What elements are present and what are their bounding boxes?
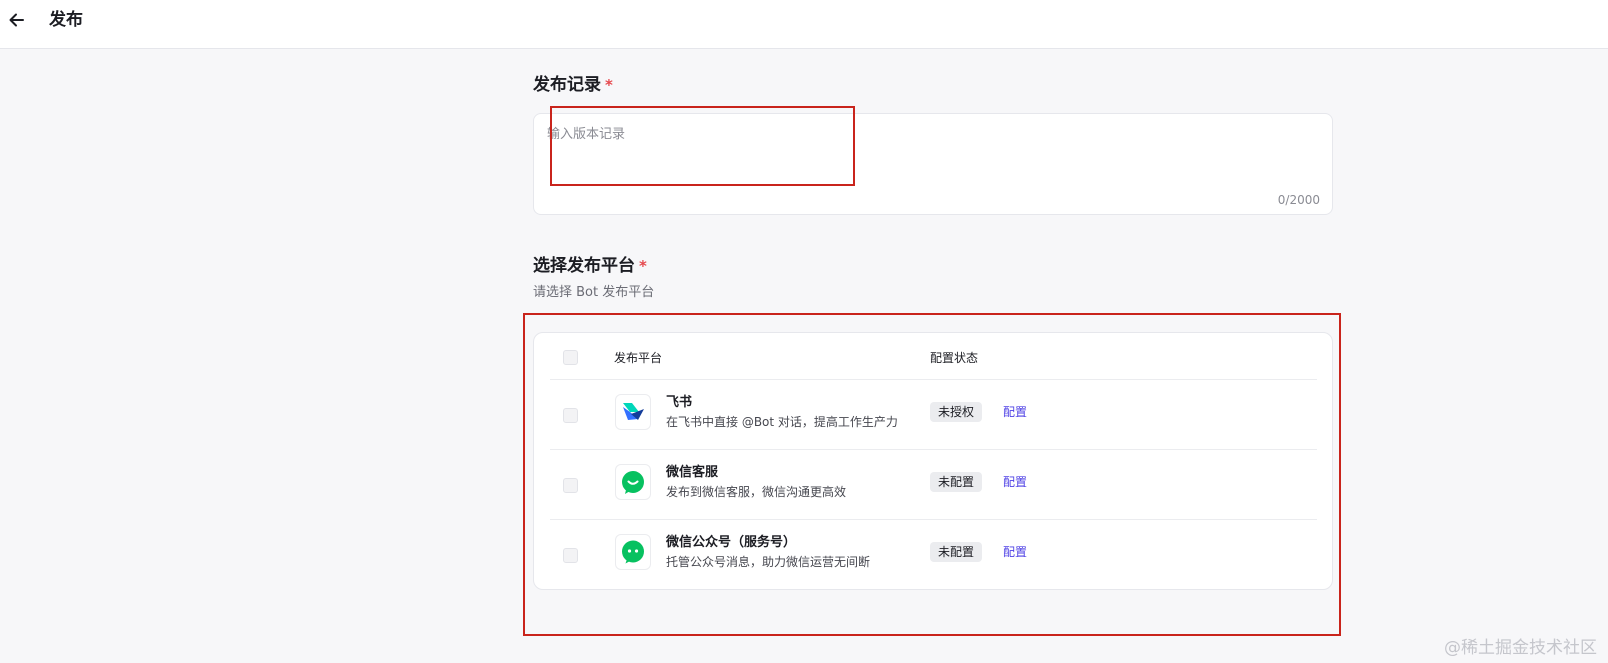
configure-link[interactable]: 配置 [1003, 544, 1027, 560]
configure-link[interactable]: 配置 [1003, 404, 1027, 420]
required-mark: * [605, 76, 613, 94]
row-checkbox[interactable] [563, 478, 578, 493]
wechat-official-account-icon [615, 534, 651, 570]
configure-link[interactable]: 配置 [1003, 474, 1027, 490]
table-row: 飞书 在飞书中直接 @Bot 对话，提高工作生产力 未授权 配置 [550, 379, 1317, 449]
platform-table: 发布平台 配置状态 飞书 在飞书中直接 @Bot 对话，提高工作生产力 未授权 … [533, 332, 1333, 590]
page-title: 发布 [49, 10, 83, 30]
version-record-field: 0/2000 [533, 113, 1333, 215]
platform-title-text: 选择发布平台 [533, 256, 635, 276]
record-title-text: 发布记录 [533, 75, 601, 95]
row-checkbox[interactable] [563, 408, 578, 423]
row-checkbox[interactable] [563, 548, 578, 563]
platform-name: 微信公众号（服务号） [666, 535, 797, 550]
platform-section-title: 选择发布平台 * [533, 255, 647, 277]
platform-name: 飞书 [666, 395, 693, 410]
platform-description: 托管公众号消息，助力微信运营无间断 [666, 555, 871, 569]
column-header-status: 配置状态 [930, 351, 979, 365]
watermark-text: @稀土掘金技术社区 [1444, 638, 1597, 658]
platform-description: 发布到微信客服，微信沟通更高效 [666, 485, 847, 499]
platform-description: 在飞书中直接 @Bot 对话，提高工作生产力 [666, 415, 898, 429]
record-section-title: 发布记录 * [533, 74, 613, 96]
select-all-checkbox[interactable] [563, 350, 578, 365]
wechat-customer-service-icon [615, 464, 651, 500]
feishu-logo-icon [615, 394, 651, 430]
table-row: 微信公众号（服务号） 托管公众号消息，助力微信运营无间断 未配置 配置 [550, 519, 1317, 589]
status-badge: 未授权 [930, 402, 983, 422]
required-mark: * [639, 257, 647, 275]
status-badge: 未配置 [930, 542, 983, 562]
table-row: 微信客服 发布到微信客服，微信沟通更高效 未配置 配置 [550, 449, 1317, 519]
platform-name: 微信客服 [666, 465, 719, 480]
char-counter: 0/2000 [1277, 193, 1320, 207]
back-arrow-icon[interactable] [7, 10, 27, 30]
column-header-platform: 发布平台 [614, 351, 663, 365]
top-header: 发布 [0, 0, 1608, 49]
status-badge: 未配置 [930, 472, 983, 492]
version-record-input[interactable] [534, 114, 1332, 214]
platform-subtitle: 请选择 Bot 发布平台 [533, 285, 655, 300]
